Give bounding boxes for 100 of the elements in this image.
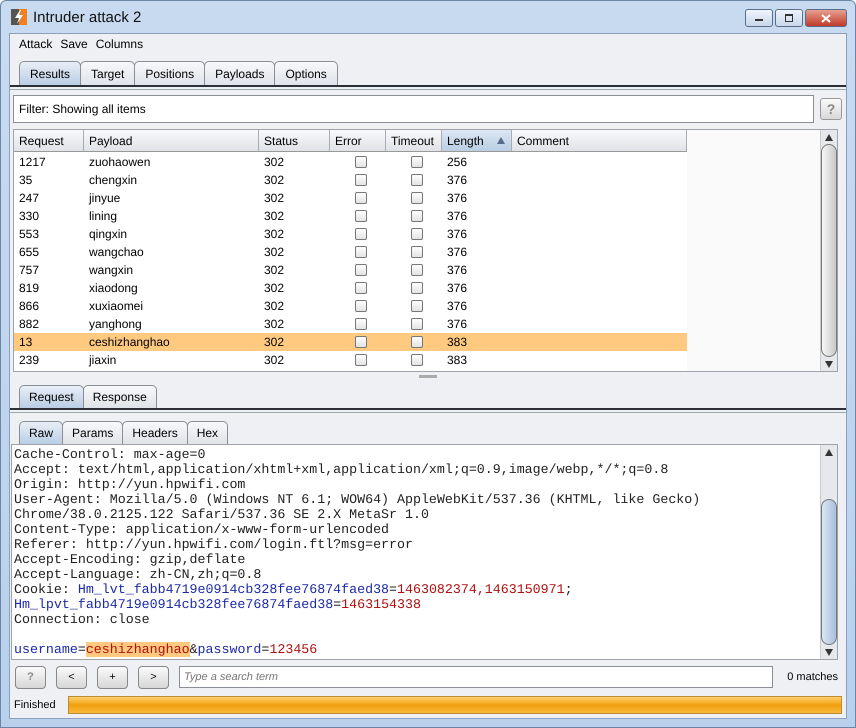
search-nav-button[interactable]: < [56,666,87,688]
table-row[interactable]: 239 jiaxin 302 383 [14,351,687,369]
column-header[interactable]: Status [259,130,330,151]
table-row[interactable]: 819 xiaodong 302 376 [14,279,687,297]
table-row[interactable]: 247 jinyue 302 376 [14,189,687,207]
table-cell-text: 866 [18,299,40,313]
code-text: & [190,642,198,657]
tab[interactable]: Positions [134,61,206,85]
table-cell-text: 302 [263,173,286,187]
column-header[interactable]: Comment [512,130,687,151]
scrollbar[interactable] [820,130,837,371]
tab[interactable]: Raw [19,421,64,444]
table-cell-text: jinyue [88,191,122,205]
table-cell-text: ceshizhanghao [88,335,171,349]
code-text: = [389,582,398,597]
table-cell-text: 35 [18,173,34,187]
param-name: Hm_lvt_fabb4719e0914cb328fee76874faed38 [78,582,390,597]
table-cell-text: 302 [263,209,286,223]
lightning-bolt-icon [11,9,27,25]
tab[interactable]: Results [19,61,82,85]
code-text: Chrome/38.0.2125.122 Safari/537.36 SE 2.X MetaSr 1.0 [14,507,429,522]
table-row[interactable]: 866 xuxiaomei 302 376 [14,297,687,315]
table-cell-text: 376 [446,299,468,313]
code-text: Cookie: [14,582,71,597]
code-text: = [78,642,86,657]
tab[interactable]: Response [82,385,157,408]
table-cell-text: 13 [18,335,34,349]
filter-bar[interactable]: Filter: Showing all items [13,95,814,123]
table-cell-text: wangchao [88,245,145,259]
table-cell-text: lining [88,209,118,223]
param-value: 1463082374,1463150971 [397,582,565,597]
table-row[interactable]: 35 chengxin 302 376 [14,171,687,189]
tab[interactable]: Hex [186,421,228,444]
tab[interactable]: Options [274,61,338,85]
table-row[interactable]: 13 ceshizhanghao 302 383 [14,333,687,351]
table-cell-text: 302 [263,299,286,313]
table-cell-text: 247 [18,191,40,205]
tab[interactable]: Params [62,421,124,444]
scroll-down-icon[interactable] [825,360,833,368]
code-text: = [333,597,342,612]
table-cell-text: 376 [446,245,468,259]
search-field[interactable]: Type a search term [179,666,774,688]
maximize-button[interactable] [775,9,803,27]
tab[interactable]: Target [80,61,136,85]
code-text: User-Agent: Mozilla/5.0 (Windows NT 6.1; WOW64) AppleWebKit/537.36 (KHTML, like Gecko) [14,492,700,507]
table-cell-text: 330 [18,209,40,223]
search-nav-button[interactable]: > [138,666,169,688]
column-header[interactable]: Request [14,130,84,151]
code-text: Accept-Encoding: gzip,deflate [14,552,246,567]
code-text: Cache-Control: max-age=0 [14,447,206,462]
menu-item[interactable]: Columns [96,37,144,53]
table-cell-text: yanghong [88,317,143,331]
table-cell-text: 376 [446,281,468,295]
table-cell-text: xuxiaomei [88,299,144,313]
table-cell-text: 302 [263,263,286,277]
table-row[interactable]: 655 wangchao 302 376 [14,243,687,261]
table-row[interactable]: 882 yanghong 302 376 [14,315,687,333]
menu-item[interactable]: Save [60,37,88,53]
table-cell-text: 383 [446,335,468,349]
tab[interactable]: Payloads [204,61,276,85]
code-text: ; [564,582,573,597]
table-cell-text: xiaodong [88,281,139,295]
table-row[interactable]: 1217 zuohaowen 302 256 [14,153,687,171]
scrollbar[interactable] [820,445,837,659]
table-cell-text: 376 [446,209,468,223]
table-cell-text: 383 [446,353,468,367]
table-cell-text: zuohaowen [88,155,152,169]
table-row[interactable]: 757 wangxin 302 376 [14,261,687,279]
tab[interactable]: Request [19,385,84,408]
table-cell-text: 376 [446,173,468,187]
table-cell-text: 302 [263,245,286,259]
table-cell-text: wangxin [88,263,134,277]
table-cell-text: 302 [263,227,286,241]
sort-ascending-icon [497,137,505,144]
code-text: Accept-Language: zh-CN,zh;q=0.8 [14,567,262,582]
match-highlight: ceshizhanghao [86,642,190,657]
table-cell-text: 819 [18,281,40,295]
table-row[interactable]: 330 lining 302 376 [14,207,687,225]
menu-item[interactable]: Attack [19,37,52,53]
scroll-up-icon[interactable] [825,134,833,140]
table-cell-text: 302 [263,191,286,205]
scroll-down-icon[interactable] [825,648,833,656]
param-name: Hm_lpvt_fabb4719e0914cb328fee76874faed38 [14,597,334,612]
close-button[interactable] [805,9,847,27]
code-text: Connection: close [14,612,150,627]
search-nav-button[interactable]: + [97,666,128,688]
column-header[interactable]: Error [330,130,386,151]
match-count: 0 matches [787,671,838,683]
table-cell-text: 302 [263,335,286,349]
minimize-button[interactable] [745,9,773,27]
tab[interactable]: Headers [122,421,188,444]
table-cell-text: 376 [446,227,468,241]
table-row[interactable]: 553 qingxin 302 376 [14,225,687,243]
table-cell-text: 302 [263,281,286,295]
window-title: Intruder attack 2 [33,8,142,26]
scroll-up-icon[interactable] [825,448,833,456]
column-header[interactable]: Payload [84,130,259,151]
table-cell-text: 376 [446,263,468,277]
param-value: 1463154338 [341,597,421,612]
column-header[interactable]: Length [442,130,512,151]
